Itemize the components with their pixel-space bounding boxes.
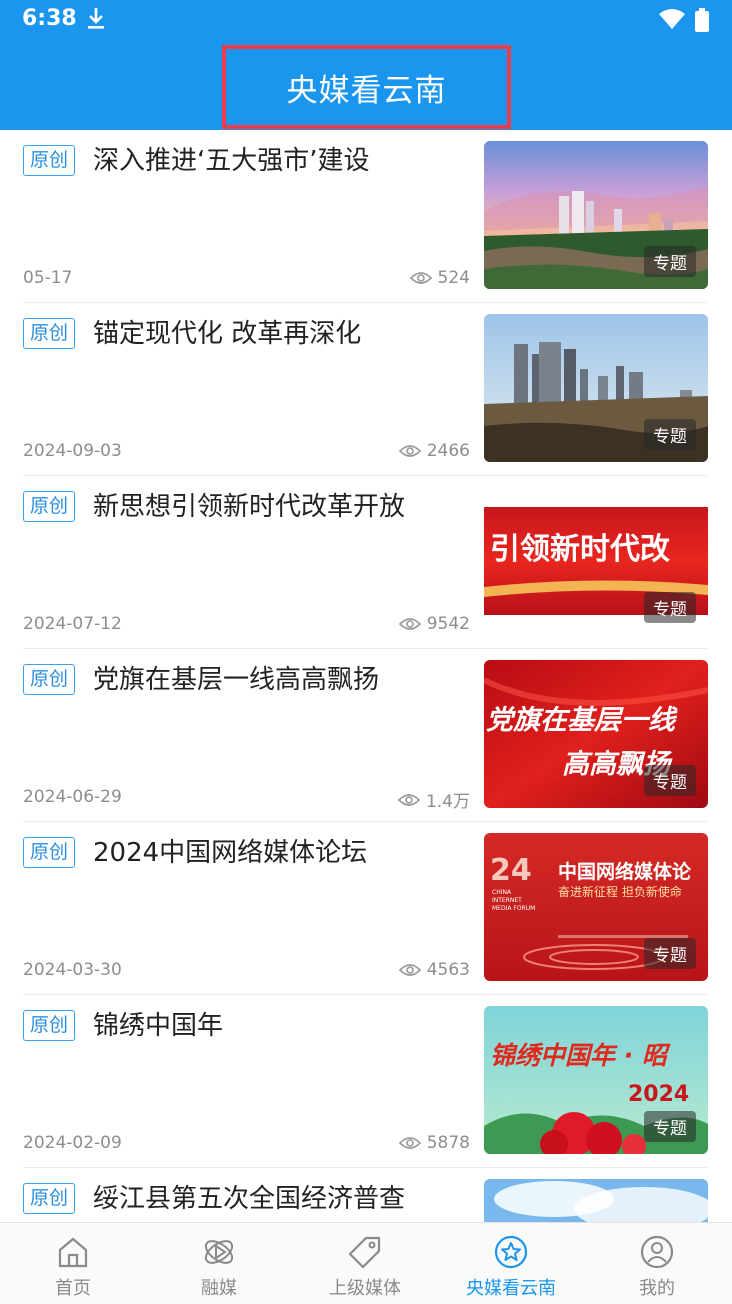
view-count: 524 [409, 268, 470, 288]
image-caption: 中国网络媒体论 [558, 861, 692, 883]
download-icon [86, 6, 106, 34]
article-title[interactable]: 锚定现代化 改革再深化 [93, 317, 473, 351]
article-item[interactable]: 原创 锚定现代化 改革再深化 2024-09-03 2466 专题 [0, 303, 732, 476]
nav-profile[interactable]: 我的 [584, 1223, 730, 1304]
nav-superior-media[interactable]: 上级媒体 [292, 1223, 438, 1304]
view-count: 2466 [398, 441, 470, 461]
article-thumbnail[interactable]: 24 中国网络媒体论 奋进新征程 担负新使命 CHINA INTERNET ME… [484, 833, 708, 981]
image-caption: 24 [490, 853, 532, 888]
app-header: 央媒看云南 [0, 40, 732, 130]
topic-tag: 专题 [644, 1111, 696, 1142]
article-date: 2024-09-03 [23, 441, 122, 461]
article-title[interactable]: 2024中国网络媒体论坛 [93, 836, 473, 870]
image-caption: CHINA INTERNET MEDIA FORUM [492, 889, 536, 912]
article-title[interactable]: 深入推进‘五大强市’建设 [93, 144, 473, 178]
topic-tag: 专题 [644, 938, 696, 969]
article-date: 2024-02-09 [23, 1133, 122, 1153]
nav-central-media-yunnan[interactable]: 央媒看云南 [438, 1223, 584, 1304]
image-caption: 奋进新征程 担负新使命 [558, 885, 682, 899]
article-item[interactable]: 原创 锦绣中国年 2024-02-09 5878 锦绣中国年 · 昭 2024 … [0, 995, 732, 1168]
view-count: 1.4万 [397, 787, 470, 812]
article-date: 2024-07-12 [23, 614, 122, 634]
original-badge: 原创 [23, 1183, 75, 1214]
article-thumbnail[interactable]: 党旗在基层一线 高高飘扬 专题 [484, 660, 708, 808]
eye-icon [409, 272, 432, 284]
original-badge: 原创 [23, 664, 75, 695]
article-thumbnail[interactable]: 引领新时代改 专题 [484, 487, 708, 635]
image-caption: 锦绣中国年 · 昭 [490, 1041, 667, 1070]
article-date: 2024-03-30 [23, 960, 122, 980]
article-item[interactable]: 原创 新思想引领新时代改革开放 2024-07-12 9542 引领新时代改 专… [0, 476, 732, 649]
article-item[interactable]: 原创 深入推进‘五大强市’建设 05-17 524 专题 [0, 130, 732, 303]
article-item[interactable]: 原创 绥江县第五次全国经济普查 [0, 1168, 732, 1222]
original-badge: 原创 [23, 145, 75, 176]
eye-icon [398, 618, 421, 630]
page-title: 央媒看云南 [286, 72, 447, 109]
topic-tag: 专题 [644, 592, 696, 623]
article-item[interactable]: 原创 党旗在基层一线高高飘扬 2024-06-29 1.4万 党旗在基层一线 高… [0, 649, 732, 822]
article-title[interactable]: 党旗在基层一线高高飘扬 [93, 663, 473, 697]
original-badge: 原创 [23, 318, 75, 349]
original-badge: 原创 [23, 837, 75, 868]
status-bar: 6:38 [0, 0, 732, 40]
article-item[interactable]: 原创 2024中国网络媒体论坛 2024-03-30 4563 24 中国网络媒… [0, 822, 732, 995]
star-icon [494, 1235, 528, 1269]
article-thumbnail[interactable]: 专题 [484, 141, 708, 289]
original-badge: 原创 [23, 1010, 75, 1041]
eye-icon [398, 964, 421, 976]
article-list[interactable]: 原创 深入推进‘五大强市’建设 05-17 524 专题 原创 锚定现代化 改革… [0, 130, 732, 1222]
eye-icon [398, 445, 421, 457]
image-caption: 引领新时代改 [490, 532, 670, 567]
article-thumbnail[interactable] [484, 1179, 708, 1222]
user-icon [640, 1235, 674, 1269]
topic-tag: 专题 [644, 419, 696, 450]
image-caption: 2024 [628, 1082, 690, 1107]
view-count: 5878 [398, 1133, 470, 1153]
bottom-nav: 首页 融媒 上级媒体 央媒看云南 我的 [0, 1222, 732, 1304]
topic-tag: 专题 [644, 765, 696, 796]
view-count: 9542 [398, 614, 470, 634]
battery-icon [695, 8, 709, 36]
view-count: 4563 [398, 960, 470, 980]
app-screen: 6:38 央媒看云南 原创 深入推进‘五大强市’建设 05-17 524 专题 … [0, 0, 732, 1304]
article-title[interactable]: 绥江县第五次全国经济普查 [93, 1182, 473, 1216]
article-title[interactable]: 新思想引领新时代改革开放 [93, 490, 473, 524]
media-play-icon [204, 1240, 234, 1264]
home-icon [58, 1237, 88, 1268]
article-thumbnail[interactable]: 专题 [484, 314, 708, 462]
nav-home[interactable]: 首页 [0, 1223, 146, 1304]
original-badge: 原创 [23, 491, 75, 522]
eye-icon [397, 793, 420, 806]
article-title[interactable]: 锦绣中国年 [93, 1009, 473, 1043]
nav-media[interactable]: 融媒 [146, 1223, 292, 1304]
image-caption: 党旗在基层一线 [486, 705, 675, 736]
tag-icon [348, 1236, 381, 1269]
header-title-box: 央媒看云南 [222, 45, 511, 129]
article-date: 05-17 [23, 268, 73, 288]
wifi-icon [658, 8, 686, 34]
article-date: 2024-06-29 [23, 787, 122, 807]
topic-tag: 专题 [644, 246, 696, 277]
status-time: 6:38 [22, 6, 77, 31]
eye-icon [398, 1137, 421, 1149]
article-thumbnail[interactable]: 锦绣中国年 · 昭 2024 专题 [484, 1006, 708, 1154]
